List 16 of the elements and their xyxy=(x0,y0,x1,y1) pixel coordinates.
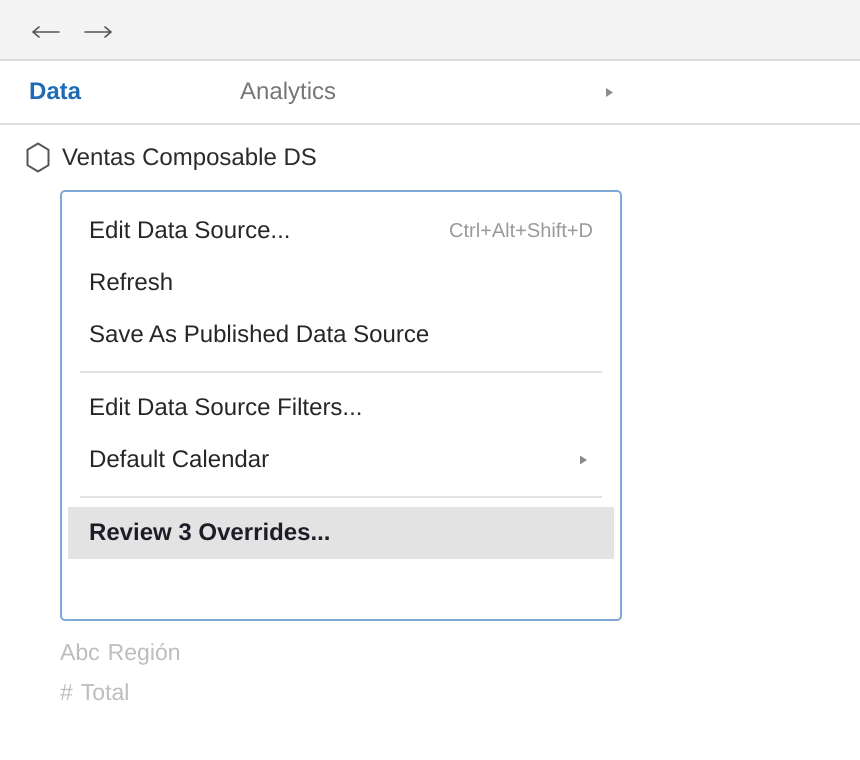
tab[interactable]: Data xyxy=(0,61,211,123)
hexagon-icon xyxy=(26,142,50,173)
menu-item[interactable]: Edit Data Source Filters... xyxy=(68,382,614,434)
menu-item[interactable]: Default Calendar xyxy=(68,434,614,486)
arrow-right-icon xyxy=(83,24,113,38)
field-type-label: Abc xyxy=(60,638,100,666)
menu-item[interactable]: Review 3 Overrides... xyxy=(68,507,614,559)
shortcut-text: Ctrl+Alt+Shift+D xyxy=(449,220,593,242)
menu-item[interactable]: Save As Published Data Source xyxy=(68,309,614,361)
data-source-name[interactable]: Ventas Composable DS xyxy=(62,144,317,172)
arrow-left-icon xyxy=(31,24,61,38)
tab[interactable]: Analytics xyxy=(211,61,422,123)
menu-item[interactable]: Edit Data Source... Ctrl+Alt+Shift+D xyxy=(68,205,614,257)
field-type-label: # xyxy=(60,678,73,706)
menu-item[interactable]: Refresh xyxy=(68,257,614,309)
caret-right-icon[interactable] xyxy=(606,88,613,96)
